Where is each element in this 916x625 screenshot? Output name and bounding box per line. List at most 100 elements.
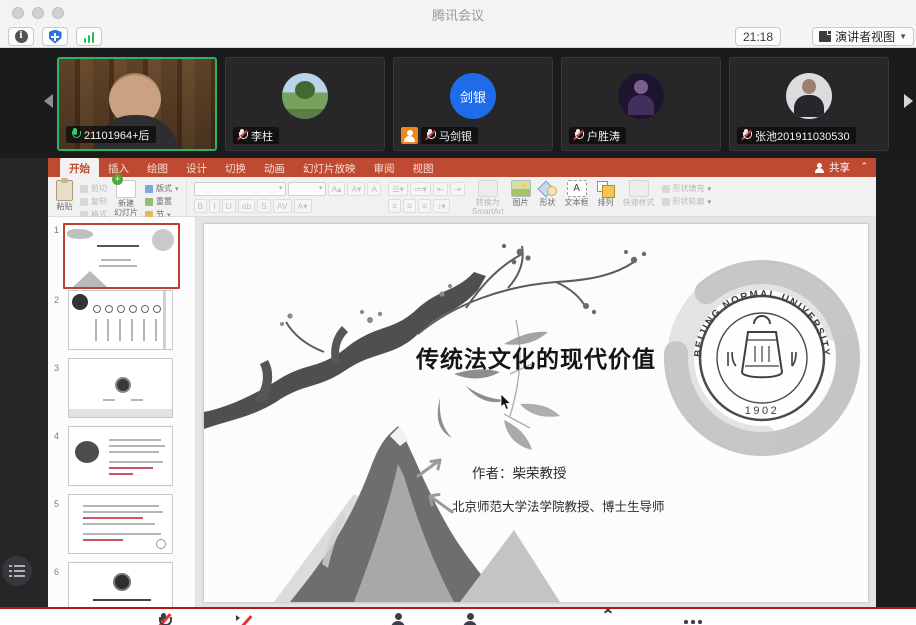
underline-button: U: [222, 199, 236, 213]
char-spacing-button: AV: [273, 199, 292, 213]
video-strip: 21101964+后 李柱 剑银 马剑银 户胜涛: [0, 48, 916, 158]
share-label: 共享: [829, 160, 850, 175]
participant-tile[interactable]: 剑银 马剑银: [393, 57, 553, 151]
clipboard-icon: [56, 180, 73, 201]
slide-thumbnail-5[interactable]: [68, 494, 173, 554]
align-left-button: ≡: [388, 199, 401, 213]
slide-thumbnail-2[interactable]: [68, 290, 173, 350]
picture-button[interactable]: 图片: [511, 180, 531, 207]
slide-thumbnail-1[interactable]: [63, 223, 180, 289]
tab-transitions[interactable]: 切换: [216, 158, 255, 177]
mic-muted-icon: [573, 129, 583, 142]
slide-thumbnail-panel: 1 2: [48, 217, 196, 607]
mouse-cursor: [500, 394, 512, 411]
align-center-button: ≡: [403, 199, 416, 213]
participant-tile[interactable]: 张池201911030530: [729, 57, 889, 151]
participant-tile[interactable]: 李柱: [225, 57, 385, 151]
line-spacing-button: ↕▾: [433, 199, 450, 213]
chevron-down-icon: ▼: [899, 32, 907, 41]
share-button[interactable]: 共享: [815, 158, 850, 177]
mic-muted-icon: [237, 129, 247, 142]
smartart-button: 转换为SmartArt: [472, 180, 504, 216]
bold-button: B: [194, 199, 208, 213]
bullets-button: ☰▾: [388, 182, 408, 196]
participant-name: 21101964+后: [84, 127, 150, 143]
picture-icon: [511, 180, 531, 197]
university-seal: BEIJING NORMAL UNIVERSITY 1902: [656, 252, 868, 464]
more-icon[interactable]: [684, 613, 706, 625]
grow-font-button: A▴: [328, 182, 346, 196]
arrange-icon: [596, 180, 616, 197]
chat-icon[interactable]: [536, 613, 558, 625]
network-signal-icon[interactable]: [76, 27, 102, 46]
textbox-button[interactable]: A 文本框: [565, 180, 589, 207]
slide-number: 4: [54, 431, 59, 441]
participant-tile-speaker[interactable]: 21101964+后: [57, 57, 217, 151]
mic-muted-icon: [741, 129, 751, 142]
tab-animations[interactable]: 动画: [255, 158, 294, 177]
seal-year: 1902: [745, 405, 779, 417]
macos-titlebar: 腾讯会议: [0, 0, 916, 26]
participant-name: 张池201911030530: [755, 128, 850, 144]
slide-number: 6: [54, 567, 59, 577]
arrange-button[interactable]: 排列: [596, 180, 616, 207]
participant-nametag: 马剑银: [421, 127, 478, 144]
participant-name: 马剑银: [439, 128, 472, 144]
new-slide-button[interactable]: 新建幻灯片: [114, 180, 138, 217]
slide-thumbnail-6[interactable]: [68, 562, 173, 607]
copy-button: 复制: [80, 196, 107, 207]
italic-button: I: [209, 199, 219, 213]
left-rail: [0, 158, 48, 607]
avatar: [282, 73, 328, 119]
reset-button[interactable]: 重置: [145, 196, 179, 207]
camera-muted-icon[interactable]: [236, 613, 258, 625]
info-icon[interactable]: i: [8, 27, 34, 46]
mic-muted-icon[interactable]: [158, 613, 180, 625]
smartart-icon: [478, 180, 498, 197]
view-mode-button[interactable]: 演讲者视图 ▼: [812, 27, 914, 46]
tab-slideshow[interactable]: 幻灯片放映: [294, 158, 365, 177]
tencent-meeting-window: 腾讯会议 i 21:18 演讲者视图 ▼ 21101964+后: [0, 0, 916, 625]
members-icon[interactable]: [462, 613, 484, 625]
window-title: 腾讯会议: [0, 5, 916, 24]
scroll-left-icon[interactable]: [44, 94, 53, 108]
clear-format-button: A: [367, 182, 381, 196]
numbering-button: ≔▾: [410, 182, 431, 196]
participant-nametag: 户胜涛: [569, 127, 626, 144]
tab-home[interactable]: 开始: [60, 158, 99, 177]
record-icon[interactable]: [608, 613, 630, 625]
scroll-right-icon[interactable]: [904, 94, 913, 108]
invite-icon[interactable]: [390, 613, 412, 625]
security-shield-icon[interactable]: [42, 27, 68, 46]
share-screen-icon[interactable]: [312, 613, 334, 625]
speaker-view-icon: [819, 31, 831, 42]
slide-editor-area: 传统法文化的现代价值 作者：柴荣教授 北京师范大学法学院教授、博士生导师: [196, 217, 876, 607]
meeting-toolbar: i 21:18 演讲者视图 ▼: [0, 26, 916, 48]
font-name-select: [194, 182, 286, 196]
participant-nametag: 21101964+后: [66, 126, 156, 143]
meeting-timer: 21:18: [735, 27, 781, 46]
slide-canvas[interactable]: 传统法文化的现代价值 作者：柴荣教授 北京师范大学法学院教授、博士生导师: [204, 224, 868, 602]
layout-button[interactable]: 版式 ▾: [145, 183, 179, 194]
tab-design[interactable]: 设计: [177, 158, 216, 177]
tab-draw[interactable]: 绘图: [138, 158, 177, 177]
participant-nametag: 李柱: [233, 127, 279, 144]
paste-button[interactable]: 粘贴: [56, 180, 73, 211]
textbox-icon: A: [567, 180, 587, 197]
slide-number: 5: [54, 499, 59, 509]
tab-view[interactable]: 视图: [404, 158, 443, 177]
member-list-icon[interactable]: [2, 556, 32, 586]
quick-styles-button: 快速样式: [623, 180, 655, 207]
slide-thumbnail-4[interactable]: [68, 426, 173, 486]
slide-thumbnail-3[interactable]: [68, 358, 173, 418]
shared-powerpoint-window: 开始 插入 绘图 设计 切换 动画 幻灯片放映 审阅 视图 共享 ⌃ 粘贴 剪切…: [48, 158, 876, 607]
ribbon-toolbar: 粘贴 剪切 复制 格式 新建幻灯片 版式 ▾ 重置 节 ▾ A: [48, 177, 876, 217]
avatar: [786, 73, 832, 119]
mic-on-icon: [70, 128, 80, 141]
person-plus-icon: [815, 163, 825, 173]
participant-tile[interactable]: 户胜涛: [561, 57, 721, 151]
collapse-ribbon-icon[interactable]: ⌃: [860, 161, 868, 172]
shapes-button[interactable]: 形状: [538, 180, 558, 207]
tab-review[interactable]: 审阅: [365, 158, 404, 177]
participant-nametag: 张池201911030530: [737, 127, 856, 144]
